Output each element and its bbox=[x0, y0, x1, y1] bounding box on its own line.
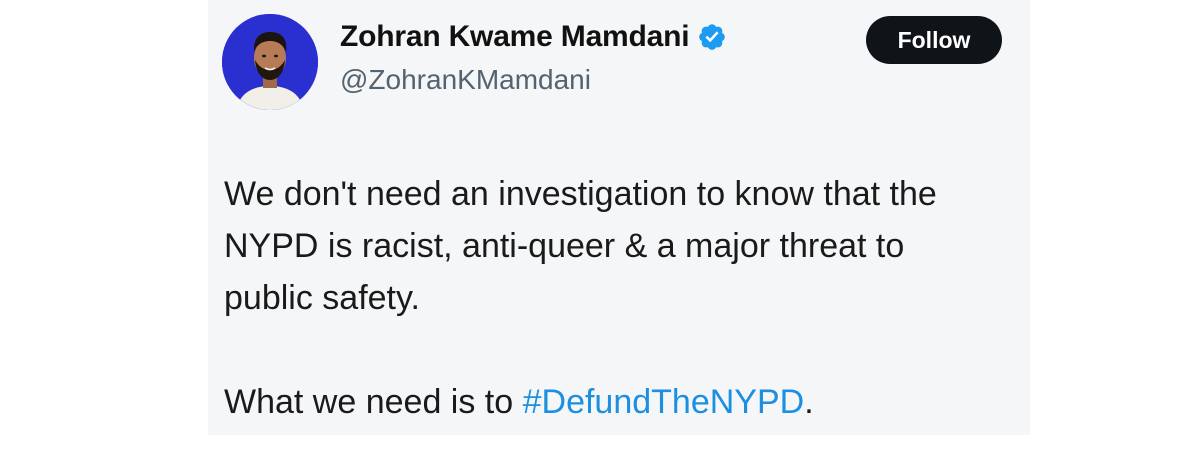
tweet-text: We don't need an investigation to know t… bbox=[224, 168, 1024, 428]
tweet-text-suffix: . bbox=[804, 383, 814, 421]
tweet-text-line-4: What we need is to #DefundTheNYPD. bbox=[224, 376, 1024, 428]
author-handle[interactable]: @ZohranKMamdani bbox=[340, 64, 591, 96]
tweet-text-line-1: We don't need an investigation to know t… bbox=[224, 175, 937, 213]
verified-badge-icon bbox=[697, 22, 727, 52]
author-display-name[interactable]: Zohran Kwame Mamdani bbox=[340, 20, 690, 54]
page: Zohran Kwame Mamdani @ZohranKMamdani Fol… bbox=[0, 0, 1200, 459]
tweet-text-line-3: public safety. bbox=[224, 279, 420, 317]
follow-button[interactable]: Follow bbox=[866, 16, 1002, 64]
author-name-row[interactable]: Zohran Kwame Mamdani bbox=[340, 20, 727, 54]
tweet-text-line-2: NYPD is racist, anti-queer & a major thr… bbox=[224, 227, 905, 265]
avatar-image bbox=[222, 14, 318, 110]
tweet-text-prefix: What we need is to bbox=[224, 383, 523, 421]
hashtag-link[interactable]: #DefundTheNYPD bbox=[523, 383, 805, 421]
avatar[interactable] bbox=[222, 14, 318, 110]
